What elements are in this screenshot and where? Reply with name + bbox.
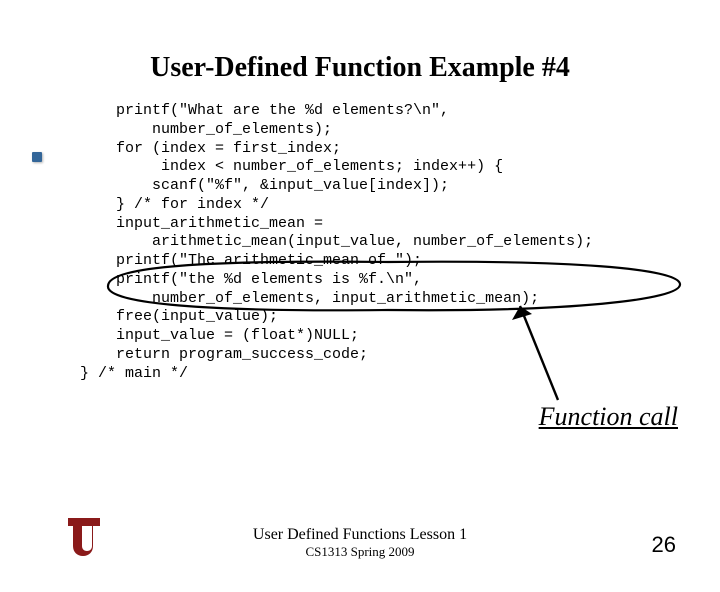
callout-label: Function call [539,402,678,432]
page-number: 26 [652,532,676,558]
code-block: printf("What are the %d elements?\n", nu… [80,102,720,383]
footer-course: CS1313 Spring 2009 [0,544,720,560]
footer-lesson: User Defined Functions Lesson 1 [0,526,720,544]
slide-title: User-Defined Function Example #4 [0,52,720,84]
slide-bullet [32,152,42,162]
footer: User Defined Functions Lesson 1 CS1313 S… [0,526,720,560]
